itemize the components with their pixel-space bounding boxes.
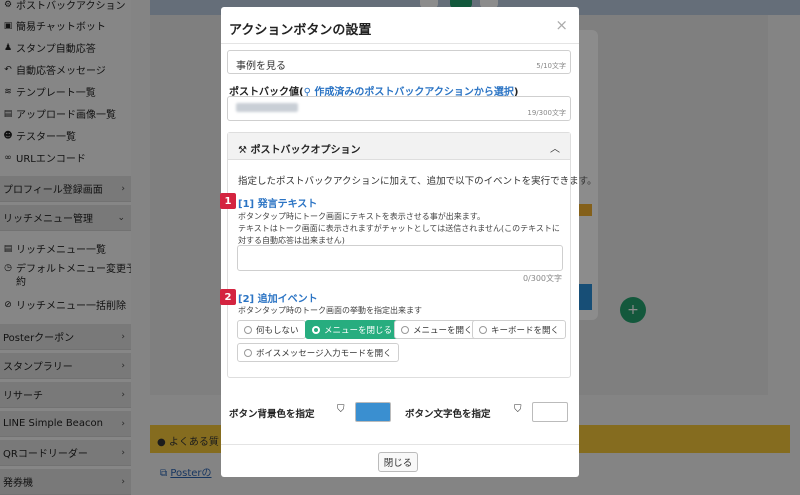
radio-open-keyboard[interactable]: キーボードを開く [472,320,567,339]
close-button[interactable]: 閉じる [378,452,418,472]
postback-option-header[interactable]: ⚒ ポストバックオプション ︿ [228,133,570,160]
radio-indicator [244,325,252,334]
label-char-count: 5/10文字 [536,62,566,70]
radio-open-menu[interactable]: メニューを開く [394,320,480,339]
postback-option-panel: ⚒ ポストバックオプション ︿ 指定したポストバックアクションに加えて、追加で以… [227,132,597,378]
annotation-badge-2: 2 [220,289,236,305]
section-additional-event-heading: [2] 追加イベント [238,294,318,305]
annotation-badge-1: 1 [220,193,236,209]
action-button-modal: アクションボタンの設置 × 事例を見る 5/10文字 ポストバック値(⚲ 作成済… [220,7,597,477]
button-label-input[interactable]: 事例を見る 5/10文字 [227,50,571,74]
section-additional-event-help: ボタンタップ時のトーク画面の挙動を指定出来ます [238,306,422,315]
section-speech-text-help: ボタンタップ時にトーク画面にテキストを表示させる事が出来ます。 テキストはトーク… [238,212,560,245]
radio-do-nothing[interactable]: 何もしない [237,320,306,339]
blurred-postback-value [236,103,298,112]
radio-close-menu[interactable]: メニューを閉じる [305,320,400,339]
speech-text-char-count: 0/300文字 [522,274,562,283]
radio-indicator [312,325,320,334]
postback-char-count: 19/300文字 [527,109,566,117]
postback-value-input[interactable]: 19/300文字 [227,96,571,121]
postback-option-description: 指定したポストバックアクションに加えて、追加で以下のイベントを実行できます。 [238,176,597,187]
section-speech-text-heading: [1] 発言テキスト [238,199,318,210]
modal-title: アクションボタンの設置 [229,23,372,38]
chevron-up-icon: ︿ [550,144,560,155]
speech-text-textarea[interactable] [237,245,563,271]
bg-color-label: ボタン背景色を指定 [229,409,315,420]
close-icon[interactable]: × [555,16,568,34]
radio-indicator [244,348,252,357]
text-color-label: ボタン文字色を指定 [405,409,491,420]
paint-bucket-icon: ⛉ [514,404,522,415]
bg-color-swatch[interactable] [355,402,391,422]
radio-indicator [401,325,409,334]
radio-voice-input-mode[interactable]: ボイスメッセージ入力モードを開く [237,343,399,362]
text-color-swatch[interactable] [532,402,568,422]
wrench-icon: ⚒ [238,145,247,156]
paint-bucket-icon: ⛉ [337,404,345,415]
radio-indicator [479,325,487,334]
